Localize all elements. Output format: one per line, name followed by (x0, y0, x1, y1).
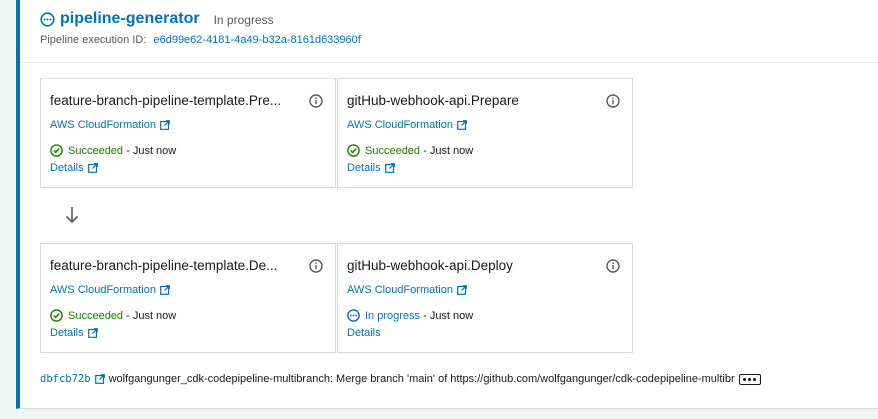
action-status: In progress - Just now (347, 309, 473, 322)
details-link[interactable]: Details (347, 327, 381, 339)
action-title: gitHub-webhook-api.Prepare (347, 93, 519, 108)
info-icon[interactable] (309, 93, 323, 108)
external-link-icon[interactable] (94, 374, 105, 384)
provider-link[interactable]: AWS CloudFormation (50, 119, 170, 131)
success-check-icon (347, 144, 360, 157)
external-link-icon (160, 120, 170, 130)
commit-message: wolfgangunger_cdk-codepipeline-multibran… (108, 373, 735, 385)
stage-title: pipeline-generator (60, 10, 200, 27)
transition-arrow-icon (64, 205, 80, 225)
execution-id-link[interactable]: e6d99e62-4181-4a49-b32a-8161d633960f (153, 34, 360, 46)
action-status: Succeeded - Just now (50, 144, 176, 157)
details-link[interactable]: Details (50, 327, 98, 339)
provider-link[interactable]: AWS CloudFormation (347, 119, 467, 131)
details-label: Details (347, 327, 381, 339)
action-title: feature-branch-pipeline-template.Pre... (50, 93, 282, 108)
provider-label: AWS CloudFormation (347, 284, 453, 296)
action-title: feature-branch-pipeline-template.De... (50, 258, 278, 273)
action-title: gitHub-webhook-api.Deploy (347, 258, 513, 273)
details-link[interactable]: Details (347, 162, 395, 174)
in-progress-icon (347, 309, 360, 322)
action-status: Succeeded - Just now (347, 144, 473, 157)
provider-link[interactable]: AWS CloudFormation (347, 284, 467, 296)
provider-link[interactable]: AWS CloudFormation (50, 284, 170, 296)
action-status: Succeeded - Just now (50, 309, 176, 322)
action-card: feature-branch-pipeline-template.Pre... … (40, 78, 336, 188)
external-link-icon (384, 163, 395, 173)
more-options-button[interactable] (738, 373, 761, 385)
details-label: Details (347, 162, 381, 174)
provider-label: AWS CloudFormation (50, 119, 156, 131)
external-link-icon (87, 163, 98, 173)
details-label: Details (50, 327, 84, 339)
provider-label: AWS CloudFormation (50, 284, 156, 296)
stage-header: pipeline-generator In progress Pipeline … (40, 8, 878, 46)
execution-id-row: Pipeline execution ID: e6d99e62-4181-4a4… (40, 34, 878, 46)
commit-id-link[interactable]: dbfcb72b (40, 373, 91, 385)
status-time: - Just now (126, 144, 177, 157)
in-progress-icon (40, 11, 55, 27)
status-label: Succeeded (365, 144, 421, 157)
details-label: Details (50, 162, 84, 174)
status-time: - Just now (126, 309, 177, 322)
success-check-icon (50, 144, 63, 157)
header-divider (20, 62, 878, 63)
status-time: - Just now (423, 144, 474, 157)
status-label: Succeeded (68, 309, 124, 322)
status-time: - Just now (423, 309, 474, 322)
details-link[interactable]: Details (50, 162, 98, 174)
external-link-icon (160, 285, 170, 295)
execution-id-label: Pipeline execution ID: (40, 34, 147, 46)
status-label: In progress (365, 309, 421, 322)
stage-status: In progress (213, 13, 274, 27)
source-commit-row: dbfcb72b wolfgangunger_cdk-codepipeline-… (40, 373, 761, 385)
provider-label: AWS CloudFormation (347, 119, 453, 131)
status-label: Succeeded (68, 144, 124, 157)
info-icon[interactable] (606, 93, 620, 108)
action-card: gitHub-webhook-api.Prepare AWS CloudForm… (337, 78, 633, 188)
info-icon[interactable] (309, 258, 323, 273)
external-link-icon (87, 328, 98, 338)
external-link-icon (457, 120, 467, 130)
stage-panel: pipeline-generator In progress Pipeline … (16, 0, 878, 409)
action-card: gitHub-webhook-api.Deploy AWS CloudForma… (337, 243, 633, 353)
action-card: feature-branch-pipeline-template.De... A… (40, 243, 336, 353)
external-link-icon (457, 285, 467, 295)
info-icon[interactable] (606, 258, 620, 273)
success-check-icon (50, 309, 63, 322)
